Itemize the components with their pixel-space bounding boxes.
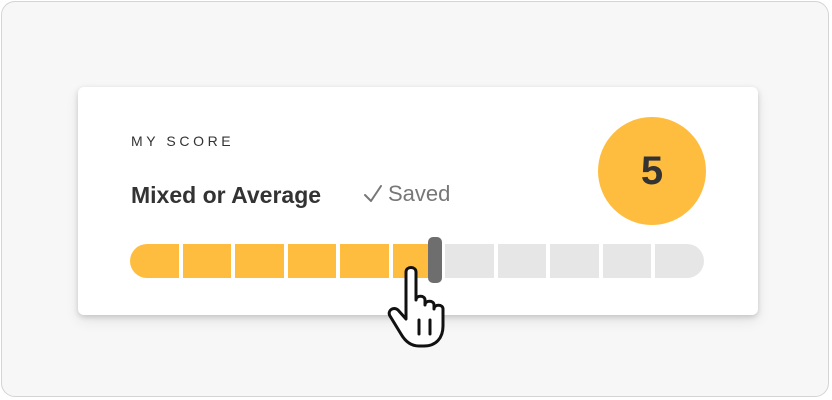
slider-segment[interactable]	[340, 244, 389, 278]
slider-segment[interactable]	[182, 244, 232, 278]
slider-segment[interactable]	[130, 244, 179, 278]
saved-label: Saved	[388, 181, 451, 206]
slider-segment[interactable]	[655, 244, 704, 278]
score-badge: 5	[598, 117, 706, 225]
score-verdict: Mixed or Average	[131, 182, 322, 208]
check-icon	[364, 185, 382, 202]
app-frame: MY SCORE Mixed or Average Saved 5	[1, 1, 829, 397]
slider-segment[interactable]	[550, 244, 599, 278]
saved-status: Saved	[362, 180, 450, 208]
hand-pointer-cursor-icon	[387, 266, 445, 348]
section-label: MY SCORE	[131, 133, 235, 149]
slider-segment[interactable]	[287, 244, 337, 278]
slider-segment[interactable]	[497, 244, 547, 278]
slider-segment[interactable]	[235, 244, 284, 278]
slider-segment[interactable]	[602, 244, 652, 278]
